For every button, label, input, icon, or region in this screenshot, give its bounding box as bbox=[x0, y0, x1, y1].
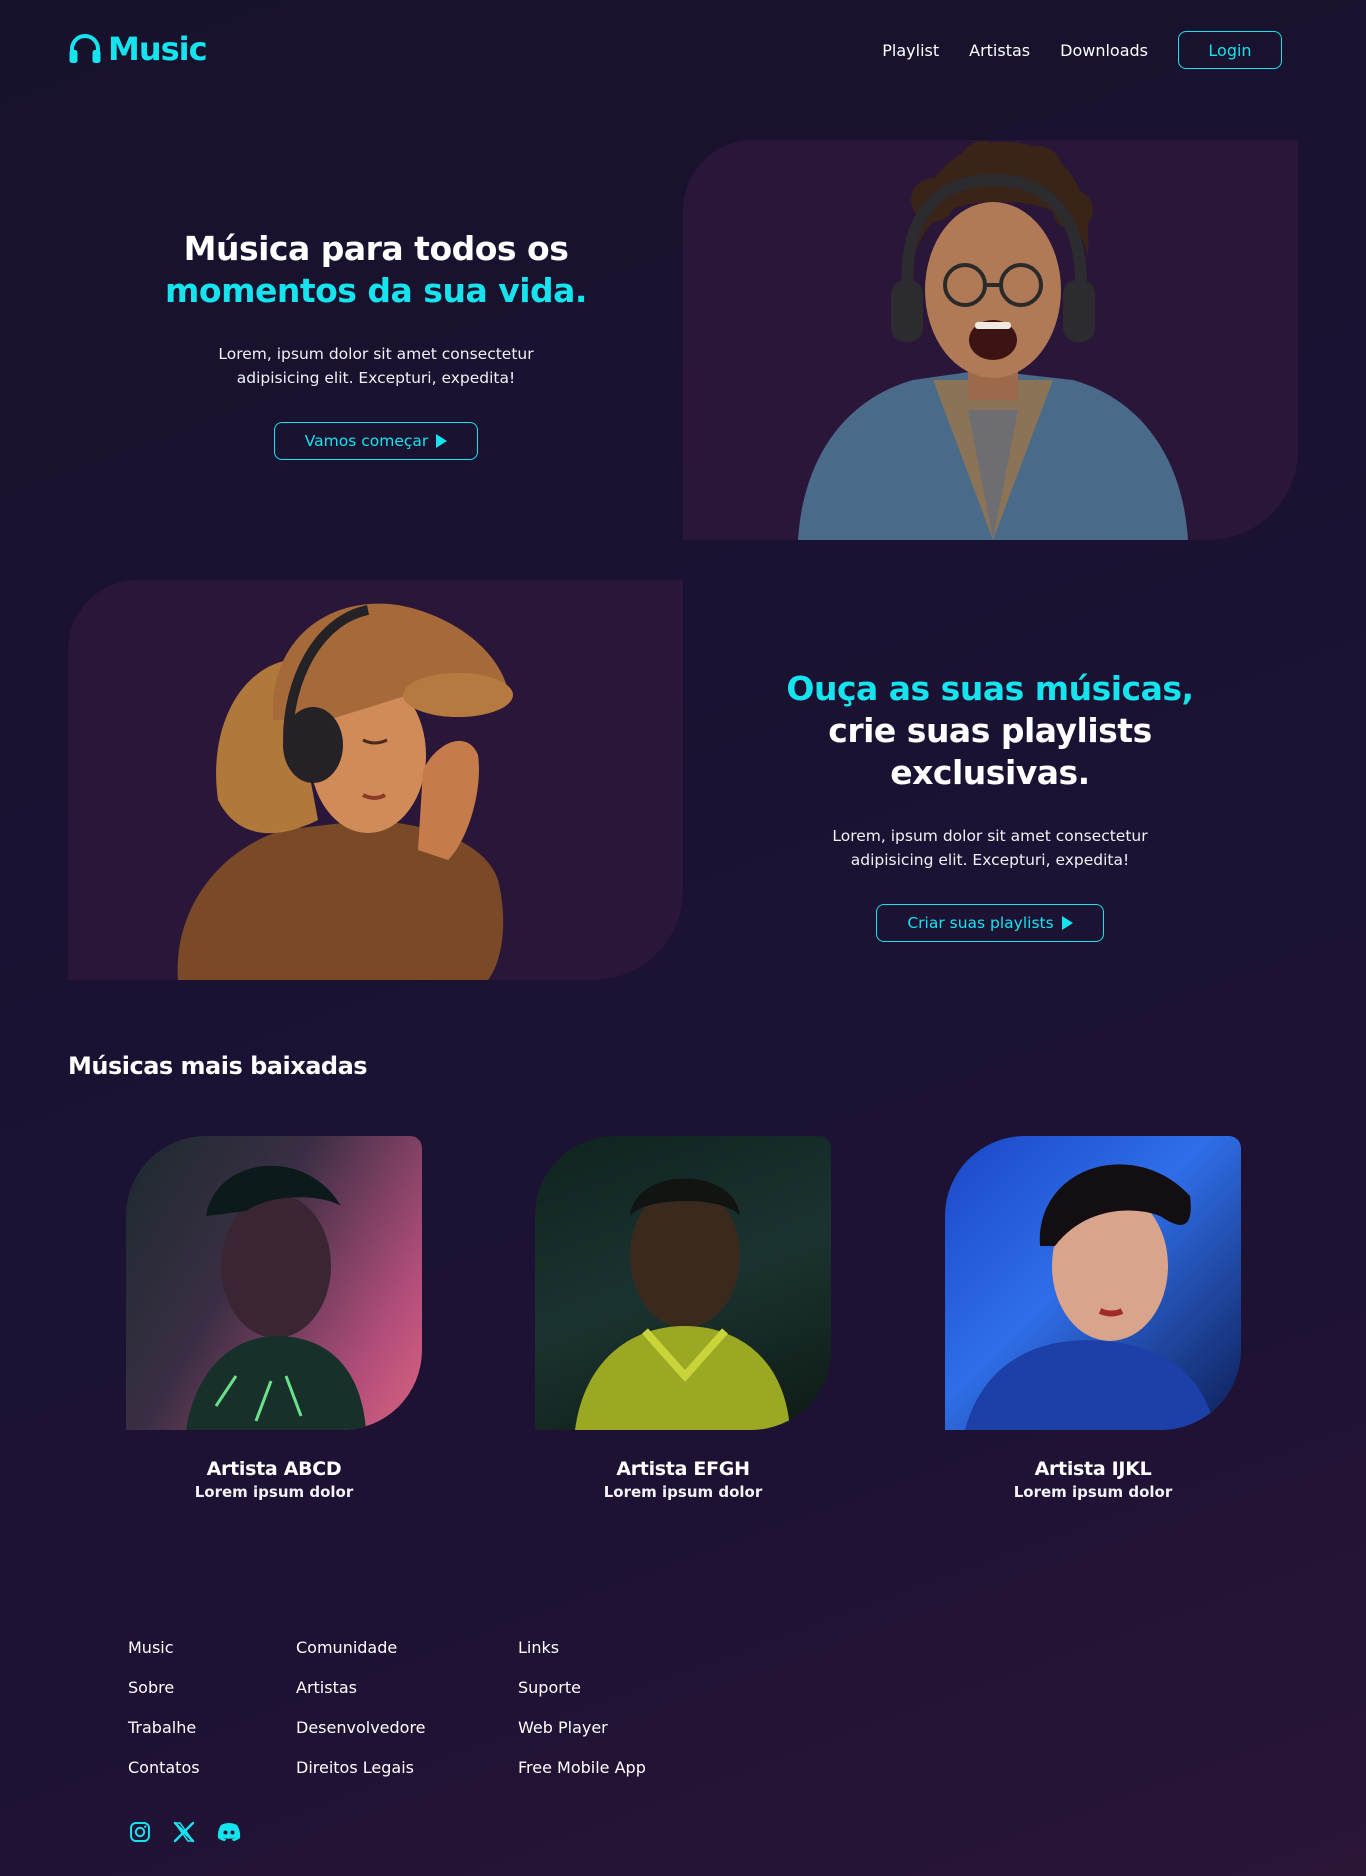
play-icon bbox=[436, 434, 448, 448]
artist-name: Artista ABCD bbox=[206, 1458, 342, 1480]
footer-column-links: Links Suporte Web Player Free Mobile App bbox=[518, 1628, 646, 1788]
hero2-heading-line2: crie suas playlists exclusivas. bbox=[828, 711, 1152, 792]
create-playlist-button-label: Criar suas playlists bbox=[907, 914, 1054, 932]
hero2-text: Ouça as suas músicas, crie suas playlist… bbox=[730, 668, 1250, 942]
footer-column-music: Music Sobre Trabalhe Contatos bbox=[128, 1628, 200, 1788]
hero1-text: Música para todos os momentos da sua vid… bbox=[116, 228, 636, 460]
footer-link-artistas[interactable]: Artistas bbox=[296, 1668, 426, 1708]
artist-photo bbox=[945, 1136, 1241, 1430]
woman-headphones-illustration bbox=[177, 603, 513, 980]
artist-name: Artista EFGH bbox=[616, 1458, 750, 1480]
play-icon bbox=[1061, 916, 1073, 930]
logo[interactable]: Music bbox=[68, 30, 208, 68]
logo-text: Music bbox=[108, 30, 208, 68]
artist-efgh-portrait bbox=[575, 1178, 790, 1430]
artist-card[interactable]: Artista IJKL Lorem ipsum dolor bbox=[945, 1136, 1241, 1501]
artist-name: Artista IJKL bbox=[1034, 1458, 1152, 1480]
discord-icon[interactable] bbox=[216, 1820, 242, 1844]
hero1-heading-line2: momentos da sua vida. bbox=[165, 271, 587, 310]
footer-link-direitos-legais[interactable]: Direitos Legais bbox=[296, 1748, 426, 1788]
artist-subtitle: Lorem ipsum dolor bbox=[194, 1483, 354, 1501]
footer-link-web-player[interactable]: Web Player bbox=[518, 1708, 646, 1748]
artist-abcd-portrait bbox=[186, 1165, 366, 1430]
artist-photo bbox=[535, 1136, 831, 1430]
artist-subtitle: Lorem ipsum dolor bbox=[603, 1483, 763, 1501]
hero2-heading: Ouça as suas músicas, crie suas playlist… bbox=[730, 668, 1250, 794]
footer-link-music[interactable]: Music bbox=[128, 1628, 200, 1668]
footer-column-comunidade: Comunidade Artistas Desenvolvedore Direi… bbox=[296, 1628, 426, 1788]
start-button[interactable]: Vamos começar bbox=[273, 422, 479, 460]
social-links bbox=[128, 1820, 242, 1844]
hero1-heading: Música para todos os momentos da sua vid… bbox=[116, 228, 636, 312]
artist-photo bbox=[126, 1136, 422, 1430]
artist-card[interactable]: Artista EFGH Lorem ipsum dolor bbox=[535, 1136, 831, 1501]
create-playlist-button[interactable]: Criar suas playlists bbox=[876, 904, 1104, 942]
hero2-description-line1: Lorem, ipsum dolor sit amet consectetur bbox=[832, 827, 1148, 845]
footer-link-trabalhe[interactable]: Trabalhe bbox=[128, 1708, 200, 1748]
x-twitter-icon[interactable] bbox=[172, 1820, 196, 1844]
nav-link-downloads[interactable]: Downloads bbox=[1060, 41, 1148, 60]
footer-link-comunidade[interactable]: Comunidade bbox=[296, 1628, 426, 1668]
footer-link-contatos[interactable]: Contatos bbox=[128, 1748, 200, 1788]
artist-subtitle: Lorem ipsum dolor bbox=[1013, 1483, 1173, 1501]
hero1-description-line2: adipisicing elit. Excepturi, expedita! bbox=[236, 369, 516, 387]
nav-links: Playlist Artistas Downloads Login bbox=[852, 31, 1282, 69]
hero2-description: Lorem, ipsum dolor sit amet consectetur … bbox=[730, 824, 1250, 872]
hero2-heading-line1: Ouça as suas músicas, bbox=[786, 669, 1194, 708]
nav-link-playlist[interactable]: Playlist bbox=[882, 41, 939, 60]
headphones-icon bbox=[69, 34, 101, 63]
hero1-description-line1: Lorem, ipsum dolor sit amet consectetur bbox=[218, 345, 534, 363]
start-button-label: Vamos começar bbox=[304, 432, 429, 450]
footer-link-desenvolvedore[interactable]: Desenvolvedore bbox=[296, 1708, 426, 1748]
hero1-image bbox=[683, 140, 1298, 540]
footer-link-sobre[interactable]: Sobre bbox=[128, 1668, 200, 1708]
artist-ijkl-portrait bbox=[965, 1164, 1215, 1430]
footer-link-suporte[interactable]: Suporte bbox=[518, 1668, 646, 1708]
top-navigation: Music Playlist Artistas Downloads Login bbox=[0, 0, 1366, 100]
instagram-icon[interactable] bbox=[128, 1820, 152, 1844]
footer-link-links[interactable]: Links bbox=[518, 1628, 646, 1668]
hero1-description: Lorem, ipsum dolor sit amet consectetur … bbox=[116, 342, 636, 390]
artist-card[interactable]: Artista ABCD Lorem ipsum dolor bbox=[126, 1136, 422, 1501]
footer-link-free-mobile-app[interactable]: Free Mobile App bbox=[518, 1748, 646, 1788]
man-headphones-illustration bbox=[798, 141, 1188, 540]
hero1-heading-line1: Música para todos os bbox=[183, 229, 569, 268]
section-title-most-downloaded: Músicas mais baixadas bbox=[68, 1052, 368, 1080]
hero2-image bbox=[68, 580, 683, 980]
login-button[interactable]: Login bbox=[1178, 31, 1282, 69]
nav-link-artistas[interactable]: Artistas bbox=[969, 41, 1030, 60]
hero2-description-line2: adipisicing elit. Excepturi, expedita! bbox=[850, 851, 1130, 869]
